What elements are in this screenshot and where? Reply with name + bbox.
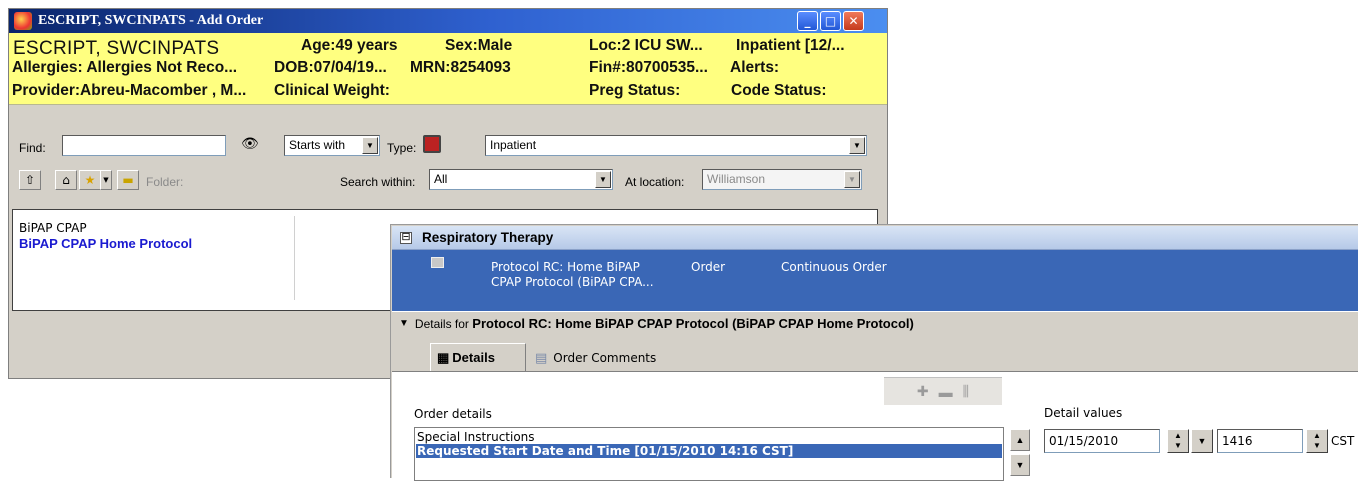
- at-location-select[interactable]: Williamson ▼: [702, 169, 862, 190]
- patient-age: Age:49 years: [301, 37, 398, 54]
- order-type: Order: [691, 260, 726, 274]
- patient-fin: Fin#:80700535...: [589, 59, 708, 76]
- match-mode-value: Starts with: [289, 138, 346, 152]
- date-spinner[interactable]: ▲ ▼: [1167, 429, 1189, 453]
- tab-details[interactable]: ▦ Details: [430, 343, 526, 371]
- date-input[interactable]: 01/15/2010: [1044, 429, 1160, 453]
- detail-row-selected[interactable]: Requested Start Date and Time [01/15/201…: [416, 444, 1002, 458]
- chevron-down-icon[interactable]: ▼: [844, 171, 860, 188]
- details-tab-icon: ▦: [437, 349, 450, 365]
- order-detail: Continuous Order: [781, 260, 887, 274]
- chevron-down-icon[interactable]: ▼: [362, 137, 378, 154]
- add-icon[interactable]: ✚: [917, 383, 929, 400]
- columns-icon[interactable]: ⫼: [963, 383, 969, 400]
- maximize-button[interactable]: □: [820, 11, 841, 31]
- details-panel: ✚ ▬ ⫼ Order details Special Instructions…: [392, 371, 1358, 481]
- detail-tabs: ▦ Details ▤ Order Comments: [392, 335, 1358, 481]
- remove-icon[interactable]: ▬: [939, 384, 953, 400]
- app-icon: [14, 12, 32, 30]
- clinical-weight: Clinical Weight:: [274, 82, 390, 99]
- order-details-list: Special Instructions Requested Start Dat…: [414, 427, 1004, 481]
- order-name-line2: CPAP Protocol (BiPAP CPA...: [491, 275, 654, 289]
- folder-label: Folder:: [146, 175, 184, 189]
- list-divider: [294, 216, 295, 300]
- order-checkbox[interactable]: [431, 257, 444, 268]
- minimize-button[interactable]: _: [797, 11, 818, 31]
- comments-tab-icon: ▤: [535, 350, 548, 366]
- chevron-down-icon[interactable]: ▼: [595, 171, 611, 188]
- match-mode-select[interactable]: Starts with ▼: [284, 135, 380, 156]
- find-input[interactable]: [62, 135, 226, 156]
- find-label: Find:: [19, 141, 46, 155]
- favorites-star-icon[interactable]: ★: [79, 170, 101, 190]
- chevron-down-icon[interactable]: ▼: [100, 170, 112, 190]
- section-title: Respiratory Therapy: [422, 230, 554, 245]
- patient-mrn: MRN:8254093: [410, 59, 511, 76]
- time-input[interactable]: 1416: [1217, 429, 1303, 453]
- at-location-label: At location:: [625, 175, 685, 189]
- type-label: Type:: [387, 141, 417, 155]
- inpatient-type-icon: [423, 135, 441, 153]
- type-value: Inpatient: [490, 138, 537, 152]
- search-within-select[interactable]: All ▼: [429, 169, 613, 190]
- list-item[interactable]: BiPAP CPAP: [19, 221, 87, 235]
- preg-status: Preg Status:: [589, 82, 681, 99]
- details-order-name: Protocol RC: Home BiPAP CPAP Protocol (B…: [472, 316, 914, 331]
- details-prefix: Details for: [414, 316, 469, 331]
- provider: Provider:Abreu-Macomber , M...: [12, 82, 247, 99]
- at-location-value: Williamson: [707, 172, 766, 186]
- detail-values-label: Detail values: [1044, 406, 1123, 420]
- close-button[interactable]: ✕: [843, 11, 864, 31]
- code-status: Code Status:: [731, 82, 827, 99]
- allergies: Allergies: Allergies Not Reco...: [12, 59, 238, 76]
- home-icon[interactable]: ⌂: [55, 170, 77, 190]
- patient-sex: Sex:Male: [445, 37, 513, 54]
- details-header[interactable]: ▼ Details for Protocol RC: Home BiPAP CP…: [392, 311, 1358, 335]
- window-title: ESCRIPT, SWCINPATS - Add Order: [38, 13, 264, 28]
- move-up-icon[interactable]: ▲: [1010, 429, 1030, 451]
- move-down-icon[interactable]: ▼: [1010, 454, 1030, 476]
- order-name-line1: Protocol RC: Home BiPAP: [491, 260, 640, 274]
- detail-toolbar: ✚ ▬ ⫼: [884, 377, 1002, 405]
- detail-row[interactable]: Special Instructions: [416, 430, 535, 444]
- tab-order-comments-label: Order Comments: [553, 351, 657, 365]
- order-section-header[interactable]: ⊟ Respiratory Therapy: [392, 226, 1358, 250]
- collapse-arrow-icon[interactable]: ▼: [399, 318, 409, 329]
- list-item[interactable]: BiPAP CPAP Home Protocol: [19, 236, 192, 251]
- type-select[interactable]: Inpatient ▼: [485, 135, 867, 156]
- patient-banner: ESCRIPT, SWCINPATS Age:49 years Sex:Male…: [9, 33, 887, 105]
- search-within-value: All: [434, 172, 448, 186]
- tab-order-comments[interactable]: ▤ Order Comments: [523, 345, 695, 371]
- order-row[interactable]: Protocol RC: Home BiPAP CPAP Protocol (B…: [392, 250, 1358, 311]
- folder-icon[interactable]: ▬: [117, 170, 139, 190]
- encounter-type: Inpatient [12/...: [736, 37, 845, 54]
- order-details-window: ⊟ Respiratory Therapy Protocol RC: Home …: [390, 224, 1358, 481]
- calendar-dropdown-icon[interactable]: ▼: [1191, 429, 1213, 453]
- collapse-icon[interactable]: ⊟: [400, 231, 412, 244]
- patient-location: Loc:2 ICU SW...: [589, 37, 703, 54]
- patient-dob: DOB:07/04/19...: [274, 59, 387, 76]
- title-bar[interactable]: ESCRIPT, SWCINPATS - Add Order _ □ ✕: [9, 9, 887, 33]
- search-within-label: Search within:: [340, 175, 416, 189]
- alerts: Alerts:: [730, 59, 780, 76]
- patient-name: ESCRIPT, SWCINPATS: [13, 38, 220, 59]
- up-arrow-icon[interactable]: ⇧: [19, 170, 41, 190]
- time-spinner[interactable]: ▲ ▼: [1306, 429, 1328, 453]
- binoculars-icon[interactable]: 👁: [241, 136, 259, 152]
- timezone-label: CST: [1331, 434, 1355, 448]
- order-details-label: Order details: [414, 407, 492, 421]
- chevron-down-icon[interactable]: ▼: [849, 137, 865, 154]
- tab-details-label: Details: [452, 350, 495, 365]
